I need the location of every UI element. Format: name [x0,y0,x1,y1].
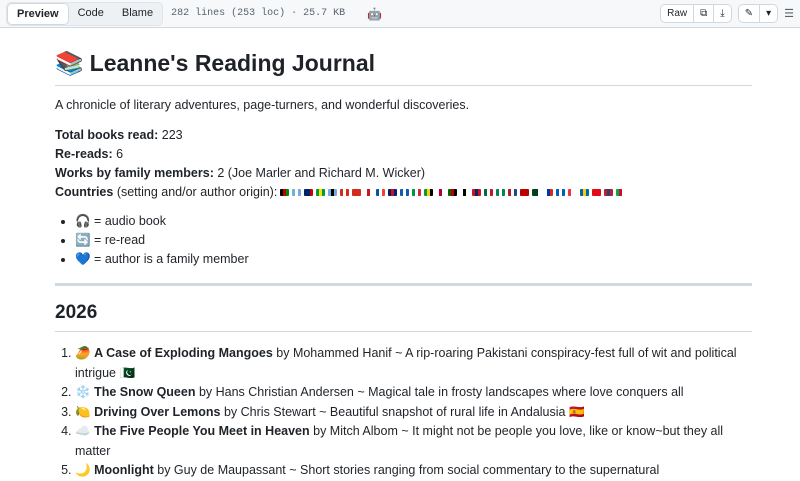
flag-icon [556,189,566,197]
download-icon[interactable]: ⤓ [714,5,730,22]
stat-label: Re-reads: [55,147,113,161]
edit-actions: ✎ ▾ [737,4,779,23]
flag-icon [292,189,302,197]
flag-icon [280,189,290,197]
legend-text: = re-read [90,233,146,247]
book-emoji-icon: ☁️ [75,424,91,438]
book-title: A Case of Exploding Mangoes [94,346,273,360]
flag-icon [544,189,554,197]
books-icon: 📚 [55,50,84,76]
country-flags [280,189,626,197]
view-mode-tabs: Preview Code Blame [6,1,164,26]
flag-icon [604,189,614,197]
flag-icon [352,189,362,197]
flag-icon [508,189,518,197]
outline-icon[interactable]: ☰ [784,7,794,20]
flag-icon [316,189,326,197]
flag-icon [412,189,422,197]
book-title: The Five People You Meet in Heaven [94,424,310,438]
stat-value: 223 [158,128,183,142]
headphones-icon: 🎧 [75,214,91,228]
book-title: The Snow Queen [94,385,196,399]
book-details: by Chris Stewart ~ Beautiful snapshot of… [220,404,569,419]
copy-icon[interactable]: ⧉ [694,5,715,22]
stat-label: Works by family members: [55,166,214,180]
book-emoji-icon: 🍋 [75,404,91,419]
flag-icon [568,189,578,197]
book-emoji-icon: 🌙 [75,463,91,477]
stat-total: Total books read: 223 [55,126,752,145]
flag-icon [340,189,350,197]
tab-preview[interactable]: Preview [7,2,69,25]
flag-icon [400,189,410,197]
book-emoji-icon: 🥭 [75,346,91,360]
flag-icon [484,189,494,197]
flag-icon [460,189,470,197]
book-item: 🌙 Moonlight by Guy de Maupassant ~ Short… [75,461,752,481]
flag-icon [580,189,590,197]
file-meta: 282 lines (253 loc) · 25.7 KB [171,8,346,19]
flag-icon [520,189,530,197]
file-toolbar: Preview Code Blame 282 lines (253 loc) ·… [0,0,800,28]
legend-item: 🎧 = audio book [75,212,752,231]
markdown-body: 📚 Leanne's Reading Journal A chronicle of… [0,50,800,481]
blue-heart-icon: 💙 [75,252,91,266]
flag-icon [376,189,386,197]
flag-icon [436,189,446,197]
book-item: 🥭 A Case of Exploding Mangoes by Mohamme… [75,344,752,383]
legend-text: = author is a family member [90,252,249,266]
stat-label: Total books read: [55,128,159,142]
stat-value: (setting and/or author origin): [113,185,278,199]
flag-icon [472,189,482,197]
flag-icon [328,189,338,197]
edit-icon[interactable]: ✎ [739,5,761,22]
file-actions: Raw ⧉ ⤓ [660,4,732,23]
title-text: Leanne's Reading Journal [89,50,376,76]
stat-family: Works by family members: 2 (Joe Marler a… [55,164,752,183]
stat-value: 6 [112,147,124,161]
description: A chronicle of literary adventures, page… [55,98,470,112]
divider [55,283,752,286]
flag-icon [532,189,542,197]
legend-item: 🔄 = re-read [75,231,752,250]
book-item: 🍋 Driving Over Lemons by Chris Stewart ~… [75,403,752,423]
flag-icon [388,189,398,197]
book-details: by Hans Christian Andersen ~ Magical tal… [195,385,684,399]
tab-code[interactable]: Code [69,3,113,25]
book-title: Moonlight [94,463,154,477]
book-list: 🥭 A Case of Exploding Mangoes by Mohamme… [75,344,752,481]
repeat-icon: 🔄 [75,233,91,247]
book-title: Driving Over Lemons [94,404,221,419]
stat-value: 2 (Joe Marler and Richard M. Wicker) [213,166,426,180]
flag-icon [496,189,506,197]
book-emoji-icon: ❄️ [75,385,91,399]
flag-icon [364,189,374,197]
flag-icon [304,189,314,197]
stat-label: Countries [55,185,114,199]
stat-rereads: Re-reads: 6 [55,145,752,164]
chevron-down-icon[interactable]: ▾ [760,5,777,22]
stat-countries: Countries (setting and/or author origin)… [55,183,752,202]
tab-blame[interactable]: Blame [113,3,162,25]
legend-item: 💙 = author is a family member [75,250,752,269]
flag-icon: 🇵🇰 [119,365,136,380]
flag-icon [616,189,626,197]
legend-list: 🎧 = audio book 🔄 = re-read 💙 = author is… [75,212,752,269]
year-heading: 2026 [55,302,752,332]
legend-text: = audio book [90,214,166,228]
book-item: ☁️ The Five People You Meet in Heaven by… [75,422,752,461]
flag-icon [424,189,434,197]
page-title: 📚 Leanne's Reading Journal [55,50,752,86]
book-details: by Guy de Maupassant ~ Short stories ran… [153,463,660,477]
flag-icon [592,189,602,197]
raw-button[interactable]: Raw [661,5,695,22]
flag-icon [448,189,458,197]
flag-icon: 🇪🇸 [568,404,585,419]
copilot-icon[interactable]: 🤖 [367,7,382,21]
book-item: ❄️ The Snow Queen by Hans Christian Ande… [75,383,752,403]
